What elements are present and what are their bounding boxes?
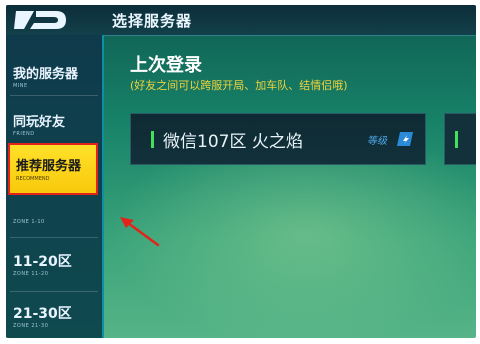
server-name: 微信107区 火之焰 <box>163 132 303 152</box>
server-card[interactable]: 微信107区 火之焰 等级 <box>130 113 426 165</box>
status-indicator <box>455 131 458 148</box>
level-badge-icon <box>397 131 413 146</box>
sidebar-item-zone-21-30[interactable]: 21-30区 ZONE 21-30 <box>6 293 102 338</box>
sidebar-item-label: 21-30区 <box>13 306 72 322</box>
sidebar-item-friends[interactable]: 同玩好友 FRIEND <box>6 97 102 137</box>
sidebar-item-recommended[interactable]: 推荐服务器 RECOMMEND <box>8 143 98 195</box>
sidebar-item-sublabel: ZONE 21-30 <box>13 323 49 329</box>
sidebar-item-zone-1-10[interactable]: ZONE 1-10 <box>6 199 102 229</box>
level-label: 等级 <box>367 136 387 147</box>
red-arrow-pointer-icon <box>118 213 162 249</box>
sidebar-item-sublabel: ZONE 11-20 <box>13 271 49 277</box>
sidebar-item-sublabel: ZONE 1-10 <box>13 219 45 225</box>
server-card-partial[interactable] <box>444 113 476 165</box>
divider <box>10 291 98 292</box>
sidebar-item-label: 同玩好友 <box>13 115 66 130</box>
sidebar-item-label: 11-20区 <box>13 254 72 270</box>
sidebar-item-sublabel: FRIEND <box>13 131 35 137</box>
page-title: 选择服务器 <box>112 12 193 30</box>
game-window: 选择服务器 我的服务器 MINE 同玩好友 FRIEND 推荐服务器 RECOM… <box>6 5 476 338</box>
sidebar: 我的服务器 MINE 同玩好友 FRIEND 推荐服务器 RECOMMEND Z… <box>6 35 104 338</box>
sidebar-item-my-servers[interactable]: 我的服务器 MINE <box>6 49 102 89</box>
status-indicator <box>151 131 154 148</box>
sidebar-item-label: 我的服务器 <box>13 67 79 82</box>
sidebar-item-sublabel: MINE <box>13 83 28 89</box>
sidebar-item-zone-11-20[interactable]: 11-20区 ZONE 11-20 <box>6 239 102 287</box>
back-logo-icon[interactable] <box>12 7 68 33</box>
section-title: 上次登录 <box>130 55 202 76</box>
sidebar-item-sublabel: RECOMMEND <box>16 176 50 182</box>
top-bar: 选择服务器 <box>6 5 476 36</box>
divider <box>10 95 98 96</box>
divider <box>10 237 98 238</box>
sidebar-item-label: 推荐服务器 <box>16 159 82 174</box>
section-subtitle: (好友之间可以跨服开局、加车队、结情侣哦) <box>130 79 348 92</box>
